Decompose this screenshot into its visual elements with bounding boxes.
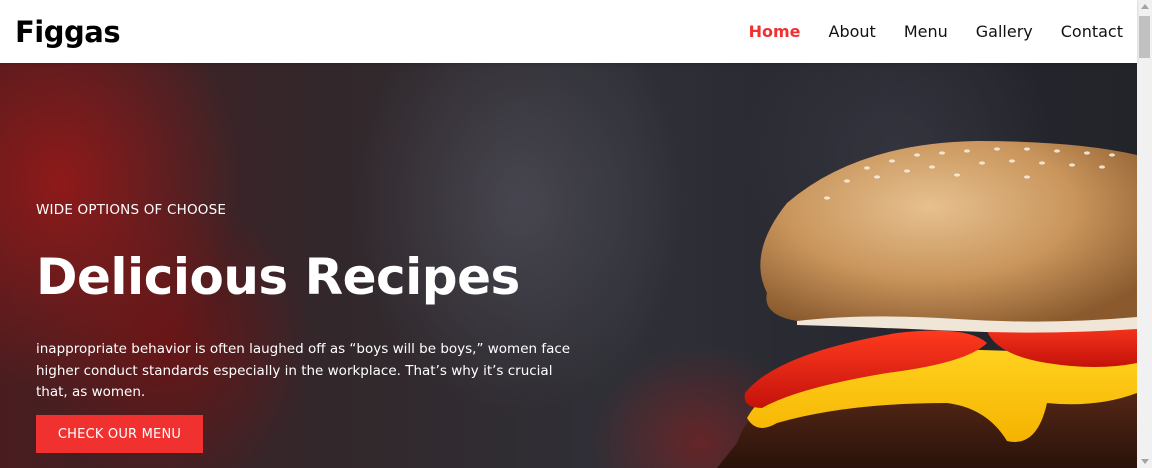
nav-link-menu[interactable]: Menu: [904, 22, 948, 41]
main-nav: Home About Menu Gallery Contact: [721, 22, 1123, 41]
nav-link-contact[interactable]: Contact: [1061, 22, 1123, 41]
top-navbar: Figgas Home About Menu Gallery Contact: [0, 0, 1137, 63]
nav-link-about[interactable]: About: [829, 22, 876, 41]
check-our-menu-button[interactable]: CHECK OUR MENU: [36, 415, 203, 453]
hero-description: inappropriate behavior is often laughed …: [36, 341, 571, 400]
nav-link-gallery[interactable]: Gallery: [976, 22, 1033, 41]
site-logo[interactable]: Figgas: [15, 15, 121, 49]
nav-link-home[interactable]: Home: [749, 22, 801, 41]
scroll-thumb[interactable]: [1139, 16, 1150, 58]
hero-section: WIDE OPTIONS OF CHOOSE Delicious Recipes…: [0, 63, 1137, 468]
page-scrollbar[interactable]: [1137, 0, 1152, 468]
burger-image: [717, 141, 1137, 468]
hero-title: Delicious Recipes: [36, 248, 520, 306]
scroll-down-arrow-icon[interactable]: [1141, 459, 1149, 464]
scroll-up-arrow-icon[interactable]: [1141, 4, 1149, 9]
hero-eyebrow: WIDE OPTIONS OF CHOOSE: [36, 202, 227, 218]
